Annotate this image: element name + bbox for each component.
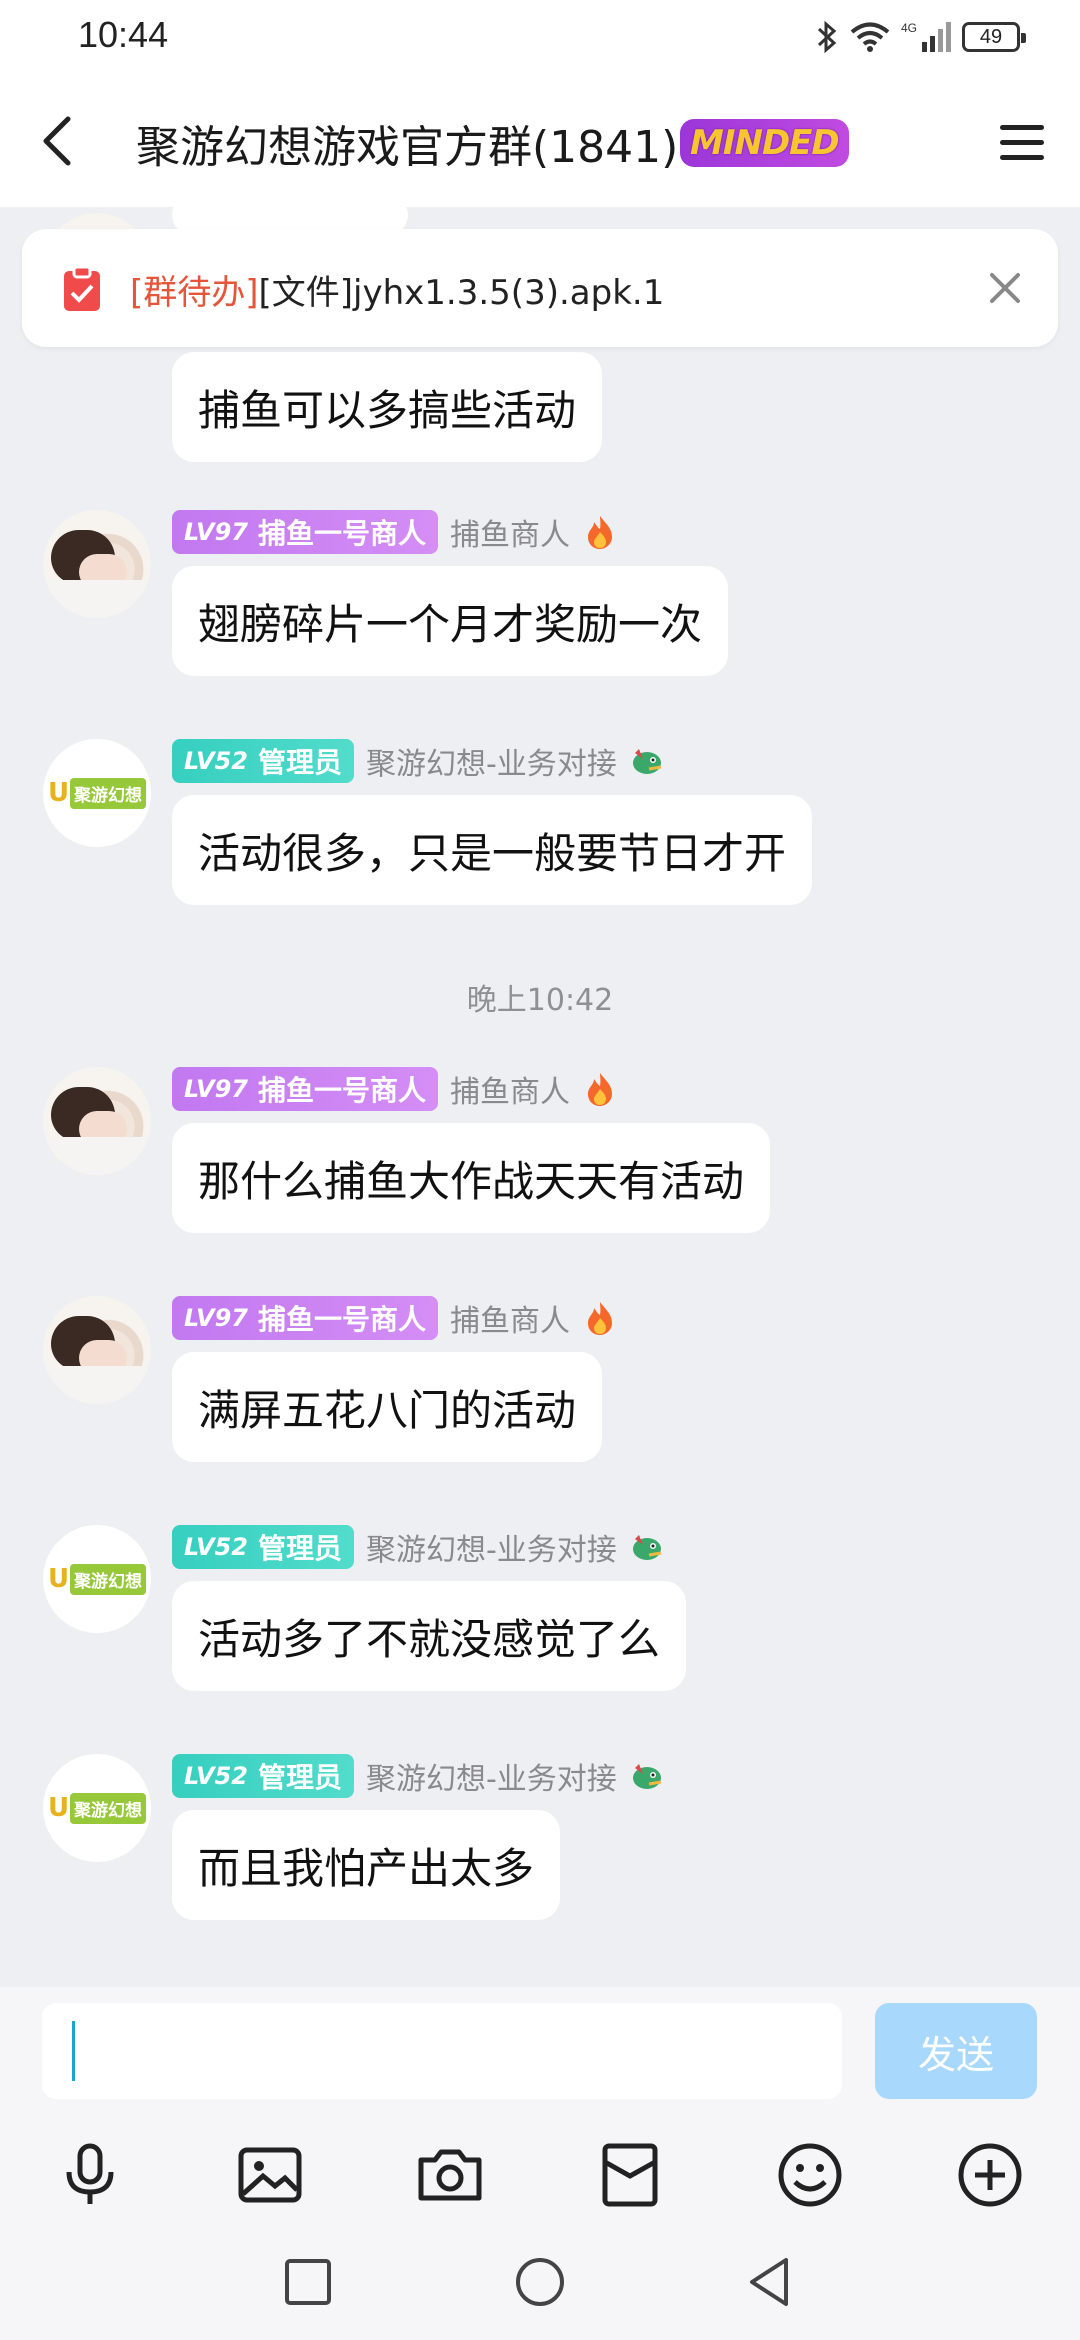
sender-meta: LV97 捕鱼一号商人 捕鱼商人 [172,1296,618,1340]
home-icon[interactable] [510,2252,570,2312]
member-level-badge: LV97 捕鱼一号商人 [172,1067,438,1111]
image-icon[interactable] [235,2140,305,2210]
camera-icon[interactable] [415,2140,485,2210]
signal-icon: 4G [901,21,951,52]
sender-meta: LV52 管理员 聚游幻想-业务对接 [172,1754,665,1798]
sender-meta: LV97 捕鱼一号商人 捕鱼商人 [172,510,618,554]
status-icons: 4G 49 [814,14,1026,60]
message-bubble[interactable]: 活动多了不就没感觉了么 [172,1581,687,1691]
sender-meta: LV97 捕鱼一号商人 捕鱼商人 [172,1067,618,1111]
avatar[interactable] [43,1296,151,1404]
chat-header: 聚游幻想游戏官方群(1841) MINDED [0,75,1080,207]
menu-button[interactable] [994,115,1050,171]
sender-nickname[interactable]: 聚游幻想-业务对接 [366,1754,617,1798]
member-level-badge: LV97 捕鱼一号商人 [172,510,438,554]
member-level-badge: LV52 管理员 [172,739,354,783]
sender-nickname[interactable]: 聚游幻想-业务对接 [366,1525,617,1569]
avatar[interactable] [43,1067,151,1175]
message-bubble[interactable]: 活动很多，只是一般要节日才开 [172,795,813,905]
dragon-emoji-icon [632,749,662,774]
message-bubble[interactable]: 捕鱼可以多搞些活动 [172,352,603,462]
time-divider: 晚上10:42 [466,983,614,1018]
member-level-badge: LV52 管理员 [172,1754,354,1798]
back-nav-icon[interactable] [740,2252,800,2312]
dragon-emoji-icon [632,1764,662,1789]
fire-emoji-icon [587,1302,612,1335]
emoji-icon[interactable] [775,2140,845,2210]
sender-nickname[interactable]: 聚游幻想-业务对接 [366,739,617,783]
microphone-icon[interactable] [55,2140,125,2210]
todo-clipboard-icon [64,265,100,311]
todo-file-name: [文件]jyhx1.3.5(3).apk.1 [258,273,665,313]
text-caret [72,2021,75,2081]
bluetooth-icon [817,20,837,54]
avatar[interactable]: U 聚游幻想 [43,1525,151,1633]
sender-meta: LV52 管理员 聚游幻想-业务对接 [172,739,665,783]
input-bar: 发送 [0,1987,1080,2135]
chat-area[interactable]: [群待办][文件]jyhx1.3.5(3).apk.1 捕鱼可以多搞些活动 LV… [0,207,1080,1987]
message-bubble[interactable]: 翅膀碎片一个月才奖励一次 [172,566,729,676]
send-button[interactable]: 发送 [875,2003,1037,2099]
member-level-badge: LV52 管理员 [172,1525,354,1569]
status-bar: 10:44 4G 49 [0,0,1080,75]
avatar[interactable]: U 聚游幻想 [43,1754,151,1862]
sender-nickname[interactable]: 捕鱼商人 [450,1067,570,1111]
todo-tag: [群待办] [130,273,259,313]
recent-apps-icon[interactable] [278,2252,338,2312]
battery-icon: 49 [962,22,1026,52]
dragon-emoji-icon [632,1535,662,1560]
battery-level: 49 [979,25,1003,48]
todo-text: [群待办][文件]jyhx1.3.5(3).apk.1 [130,265,664,314]
message-bubble[interactable]: 而且我怕产出太多 [172,1810,561,1920]
close-icon[interactable] [982,265,1028,311]
status-time: 10:44 [78,14,169,55]
fire-emoji-icon [587,1073,612,1106]
message-bubble[interactable]: 满屏五花八门的活动 [172,1352,603,1462]
red-packet-icon[interactable] [595,2140,665,2210]
group-title[interactable]: 聚游幻想游戏官方群(1841) [136,111,678,175]
system-nav-bar [0,2228,1080,2340]
group-badge: MINDED [680,119,849,167]
network-type-label: 4G [901,21,917,35]
fire-emoji-icon [587,516,612,549]
back-button[interactable] [30,111,90,171]
wifi-icon [850,22,890,52]
sender-nickname[interactable]: 捕鱼商人 [450,510,570,554]
avatar[interactable] [43,510,151,618]
avatar[interactable]: U 聚游幻想 [43,739,151,847]
sender-meta: LV52 管理员 聚游幻想-业务对接 [172,1525,665,1569]
input-toolbar [0,2120,1080,2228]
message-bubble[interactable]: 那什么捕鱼大作战天天有活动 [172,1123,771,1233]
group-todo-banner[interactable]: [群待办][文件]jyhx1.3.5(3).apk.1 [22,229,1058,347]
sender-nickname[interactable]: 捕鱼商人 [450,1296,570,1340]
plus-icon[interactable] [955,2140,1025,2210]
message-input[interactable] [42,2003,842,2099]
member-level-badge: LV97 捕鱼一号商人 [172,1296,438,1340]
